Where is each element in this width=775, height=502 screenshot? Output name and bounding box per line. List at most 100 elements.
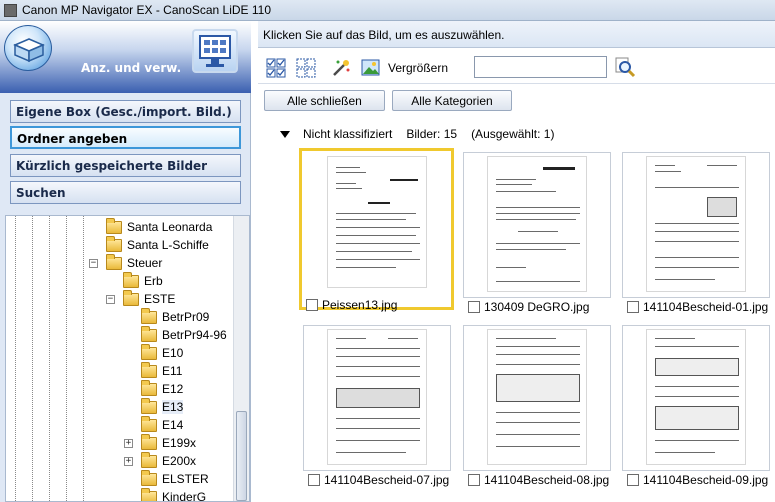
select-checkbox[interactable] xyxy=(306,299,318,311)
nav-recent-images[interactable]: Kürzlich gespeicherte Bilder xyxy=(10,154,241,177)
expand-icon[interactable]: + xyxy=(124,456,133,466)
close-all-button[interactable]: Alle schließen xyxy=(264,90,385,111)
collapse-triangle-icon[interactable] xyxy=(280,130,290,138)
nav-search[interactable]: Suchen xyxy=(10,181,241,204)
thumbnail-caption: 130409 DeGRO.jpg xyxy=(468,300,589,314)
tree-item-label: E11 xyxy=(162,364,183,378)
search-icon[interactable] xyxy=(614,56,636,78)
tree-guide xyxy=(15,216,16,501)
thumbnail-image xyxy=(646,156,746,292)
select-checkbox[interactable] xyxy=(468,474,480,486)
thumbnail-item[interactable]: 130409 DeGRO.jpg xyxy=(461,150,613,314)
mode-header: Anz. und verw. xyxy=(0,21,251,93)
hint-text: Klicken Sie auf das Bild, um es auszuwäh… xyxy=(263,28,505,42)
tree-item-kinderg[interactable]: KinderG xyxy=(141,487,206,501)
scrollbar-thumb[interactable] xyxy=(236,411,247,501)
tree-item-santa-l-schiffe[interactable]: Santa L-Schiffe xyxy=(106,235,209,254)
tree-item-e10[interactable]: E10 xyxy=(141,343,184,362)
zoom-label[interactable]: Vergrößern xyxy=(388,61,448,75)
folder-icon xyxy=(141,433,157,450)
thumbnail-caption: 141104Bescheid-07.jpg xyxy=(308,473,449,487)
collapse-icon[interactable]: − xyxy=(89,258,98,268)
folder-icon xyxy=(123,289,139,306)
select-checkbox[interactable] xyxy=(468,301,480,313)
select-all-icon[interactable] xyxy=(266,58,286,78)
search-input[interactable] xyxy=(474,56,607,78)
tree-item-e14[interactable]: E14 xyxy=(141,415,184,434)
folder-icon xyxy=(141,307,157,324)
thumbnail-image xyxy=(487,156,587,292)
thumbnail-item[interactable]: 141104Bescheid-07.jpg xyxy=(301,323,453,487)
folder-icon xyxy=(123,271,139,288)
filename: Peissen13.jpg xyxy=(322,298,398,312)
folder-tree[interactable]: Santa Leonarda Santa L-Schiffe − Steuer … xyxy=(5,215,250,502)
thumbnail-caption: 141104Bescheid-01.jpg xyxy=(627,300,768,314)
thumbnail-item[interactable]: 141104Bescheid-09.jpg xyxy=(620,323,772,487)
app-icon xyxy=(4,3,17,17)
all-categories-button[interactable]: Alle Kategorien xyxy=(392,90,512,111)
tree-guide xyxy=(49,216,50,501)
tree-item-este[interactable]: − ESTE xyxy=(106,289,176,308)
toolbar: Vergrößern xyxy=(258,49,775,84)
tree-item-label: Erb xyxy=(144,274,163,288)
nav-specify-folder[interactable]: Ordner angeben xyxy=(10,126,241,149)
nav-my-box[interactable]: Eigene Box (Gesc./import. Bild.) xyxy=(10,100,241,123)
thumbnail-image xyxy=(487,329,587,465)
collapse-icon[interactable]: − xyxy=(106,294,115,304)
thumbnail-item[interactable]: 141104Bescheid-01.jpg xyxy=(620,150,772,314)
tree-scrollbar[interactable] xyxy=(233,216,249,501)
tree-item-label: Santa L-Schiffe xyxy=(127,238,209,252)
tree-item-e13[interactable]: E13 xyxy=(141,397,184,416)
view-manage-icon xyxy=(192,29,238,73)
folder-icon xyxy=(141,469,157,486)
deselect-all-icon[interactable] xyxy=(296,58,316,78)
tree-item-label: ESTE xyxy=(144,292,176,306)
folder-icon xyxy=(141,397,157,414)
tree-item-e199x[interactable]: + E199x xyxy=(124,433,196,452)
image-view-icon[interactable] xyxy=(361,58,381,78)
filename: 141104Bescheid-01.jpg xyxy=(643,300,769,314)
thumbnail-item[interactable]: 141104Bescheid-08.jpg xyxy=(461,323,613,487)
filename: 141104Bescheid-08.jpg xyxy=(484,473,610,487)
tree-item-label: Santa Leonarda xyxy=(127,220,213,234)
tree-item-elster[interactable]: ELSTER xyxy=(141,469,209,488)
thumbnail-caption: Peissen13.jpg xyxy=(306,298,397,312)
select-checkbox[interactable] xyxy=(308,474,320,486)
expand-icon[interactable]: + xyxy=(124,438,133,448)
thumbnail-caption: 141104Bescheid-08.jpg xyxy=(468,473,609,487)
tree-item-e11[interactable]: E11 xyxy=(141,361,183,380)
thumbnail-image xyxy=(327,329,427,465)
group-header[interactable]: Nicht klassifiziert Bilder: 15 (Ausgewäh… xyxy=(280,127,568,141)
tree-item-erb[interactable]: Erb xyxy=(123,271,163,290)
folder-icon xyxy=(141,325,157,342)
folder-icon xyxy=(141,343,157,360)
tree-item-label: Steuer xyxy=(127,256,163,270)
folder-icon xyxy=(141,361,157,378)
tree-item-label: E12 xyxy=(162,382,184,396)
folder-icon xyxy=(141,415,157,432)
home-box-icon[interactable] xyxy=(4,25,52,71)
tree-item-label: E10 xyxy=(162,346,184,360)
folder-icon xyxy=(141,451,157,468)
thumbnail-item[interactable]: Peissen13.jpg xyxy=(299,148,454,312)
tree-item-betrpr09[interactable]: BetrPr09 xyxy=(141,307,209,326)
tree-guide xyxy=(83,216,84,501)
select-checkbox[interactable] xyxy=(627,301,639,313)
tree-item-e200x[interactable]: + E200x xyxy=(124,451,196,470)
tree-item-betrpr94-96[interactable]: BetrPr94-96 xyxy=(141,325,227,344)
filename: 130409 DeGRO.jpg xyxy=(484,300,590,314)
tree-item-label: E13 xyxy=(162,400,184,414)
group-name: Nicht klassifiziert xyxy=(303,127,393,141)
correct-enhance-icon[interactable] xyxy=(331,58,351,78)
select-checkbox[interactable] xyxy=(627,474,639,486)
folder-icon xyxy=(106,253,122,270)
folder-icon xyxy=(106,217,122,234)
title-bar: Canon MP Navigator EX - CanoScan LiDE 11… xyxy=(0,0,775,21)
tree-item-e12[interactable]: E12 xyxy=(141,379,184,398)
tree-guide xyxy=(32,216,33,501)
tree-item-label: E14 xyxy=(162,418,184,432)
filename: 141104Bescheid-09.jpg xyxy=(643,473,769,487)
tree-guide xyxy=(66,216,67,501)
tree-item-steuer[interactable]: − Steuer xyxy=(89,253,163,272)
tree-item-santa-leonarda[interactable]: Santa Leonarda xyxy=(106,217,213,236)
